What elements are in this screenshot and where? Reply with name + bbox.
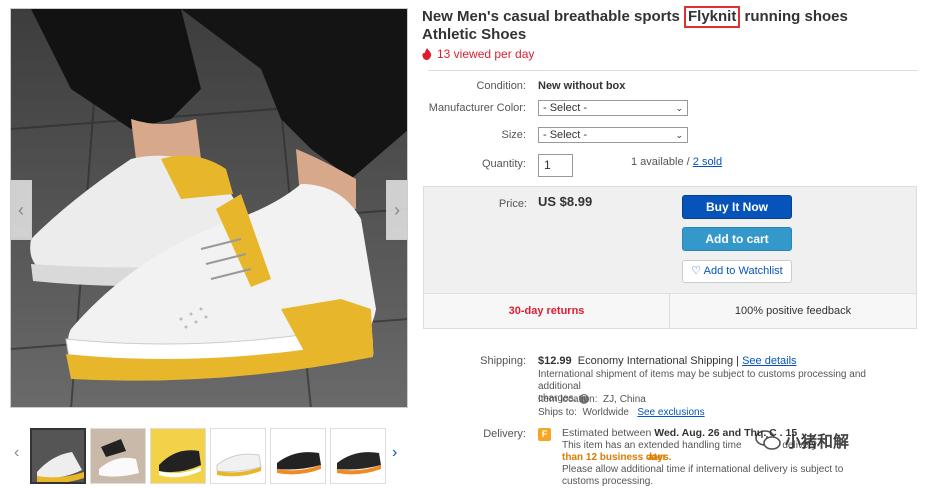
next-image-arrow[interactable]: › (386, 180, 408, 240)
thumbs-next-icon[interactable]: › (392, 444, 397, 462)
condition-label: Condition: (476, 80, 526, 92)
item-location: Item location: ZJ, China (538, 394, 646, 405)
product-title: New Men's casual breathable sports Flykn… (422, 6, 848, 43)
intl-note: Please allow additional time if internat… (562, 464, 844, 475)
thumbs-prev-icon[interactable]: ‹ (14, 444, 19, 462)
size-label: Size: (501, 129, 526, 141)
handling-days: than 12 business days. (562, 452, 672, 463)
ships-to: Ships to: Worldwide See exclusions (538, 407, 705, 418)
seller-feedback: 100% positive feedback (734, 305, 852, 317)
buy-box-footer: 30-day returns 100% positive feedback (424, 293, 916, 329)
size-select[interactable]: - Select - ⌄ (538, 127, 688, 143)
color-select-value: - Select - (543, 102, 588, 114)
size-select-value: - Select - (543, 129, 588, 141)
listing-page: ‹ › ‹ › New Men's casual breathable spor… (0, 0, 926, 488)
availability: 1 available / 2 sold (631, 156, 723, 168)
thumbnail-1[interactable] (30, 428, 86, 484)
color-select[interactable]: - Select - ⌄ (538, 100, 688, 116)
customs-processing: customs processing. (562, 476, 654, 487)
add-to-watchlist-button[interactable]: ♡ Add to Watchlist (682, 260, 792, 283)
returns-policy[interactable]: 30-day returns (424, 294, 670, 329)
heart-icon: ♡ (691, 265, 702, 277)
shipping-label: Shipping: (480, 355, 526, 367)
quantity-label: Quantity: (481, 158, 526, 170)
add-to-cart-button[interactable]: Add to cart (682, 227, 792, 251)
prev-image-arrow[interactable]: ‹ (10, 180, 32, 240)
thumbnail-2[interactable] (90, 428, 146, 484)
buy-it-now-button[interactable]: Buy It Now (682, 195, 792, 219)
condition-value: New without box (538, 80, 626, 92)
wechat-logo-icon (755, 430, 781, 450)
views-indicator: 13 viewed per day (422, 47, 534, 61)
thumbnail-strip: ‹ › (10, 426, 410, 488)
chevron-down-icon: ⌄ (675, 129, 683, 140)
delivery-flag-icon: F (538, 428, 551, 441)
sold-link[interactable]: 2 sold (693, 156, 722, 168)
buy-box: Price: US $8.99 Buy It Now Add to cart ♡… (423, 186, 917, 329)
watermark: 小猪和解 (755, 428, 849, 452)
price-value: US $8.99 (538, 194, 593, 209)
thumbnail-3[interactable] (150, 428, 206, 484)
thumbnail-4[interactable] (210, 428, 266, 484)
quantity-input[interactable]: 1 (538, 154, 573, 177)
chevron-down-icon: ⌄ (675, 102, 683, 113)
thumbnail-6[interactable] (330, 428, 386, 484)
delivery-label: Delivery: (483, 428, 526, 440)
shipping-line: $12.99 Economy International Shipping | … (538, 355, 797, 367)
main-product-image[interactable] (10, 8, 408, 408)
see-details-link[interactable]: See details (742, 355, 796, 367)
see-exclusions-link[interactable]: See exclusions (637, 407, 704, 418)
thumbnail-5[interactable] (270, 428, 326, 484)
flame-icon (422, 48, 432, 60)
views-text: 13 viewed per day (437, 47, 535, 61)
price-label: Price: (498, 198, 527, 210)
divider (428, 70, 918, 71)
title-highlight: Flyknit (684, 6, 741, 28)
color-label: Manufacturer Color: (428, 102, 526, 114)
watermark-text: 小猪和解 (785, 434, 850, 451)
